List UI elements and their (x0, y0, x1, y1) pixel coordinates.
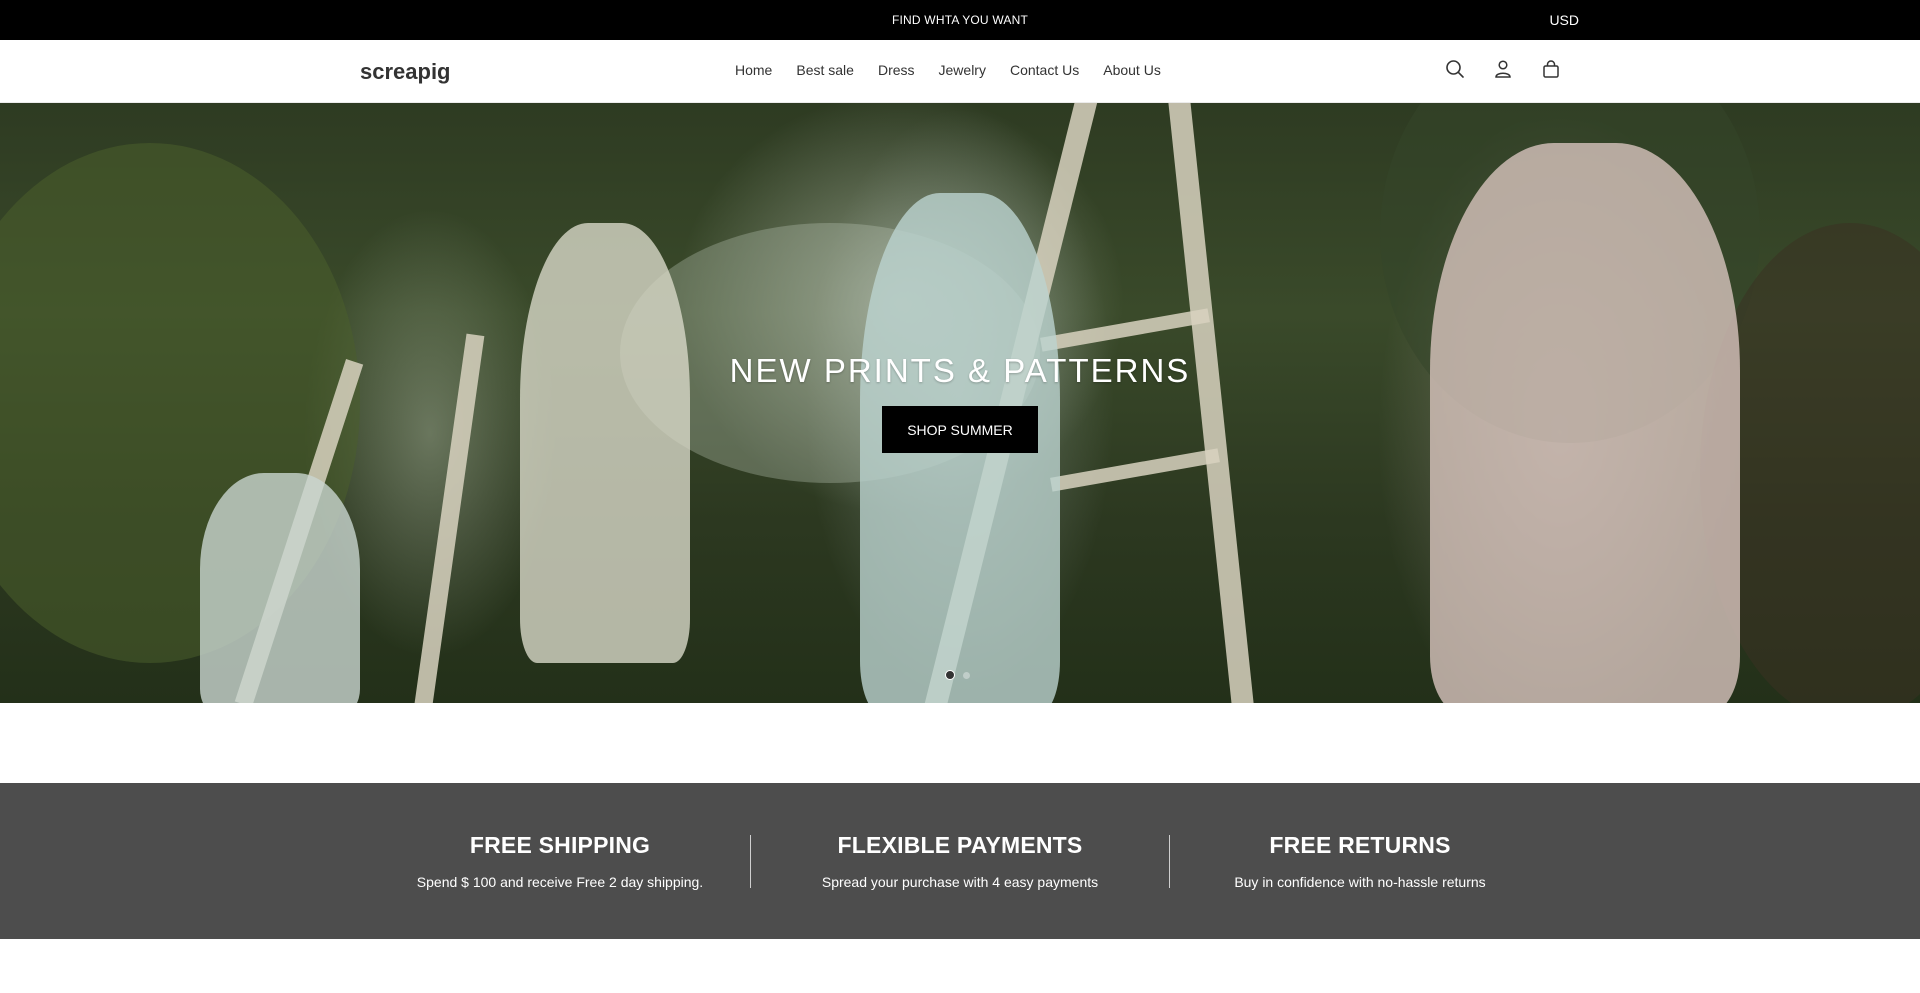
nav-contact-us[interactable]: Contact Us (998, 62, 1091, 78)
shop-summer-button[interactable]: SHOP SUMMER (882, 406, 1038, 453)
feature-title: FREE SHIPPING (469, 832, 651, 858)
slide-dot-1[interactable] (945, 670, 955, 680)
nav-best-sale[interactable]: Best sale (784, 62, 866, 78)
ladder-rung (1040, 308, 1210, 352)
main-nav: Home Best sale Dress Jewelry Contact Us … (723, 62, 1173, 78)
model-figure (520, 223, 690, 663)
search-icon[interactable] (1443, 57, 1467, 81)
cart-icon[interactable] (1539, 57, 1563, 81)
site-header: screapig Home Best sale Dress Jewelry Co… (0, 40, 1920, 103)
model-figure (1430, 143, 1740, 703)
account-icon[interactable] (1491, 57, 1515, 81)
feature-description: Spend $ 100 and receive Free 2 day shipp… (416, 874, 704, 890)
ladder-rung (1050, 448, 1220, 492)
feature-description: Spread your purchase with 4 easy payment… (821, 874, 1099, 890)
announcement-message: FIND WHTA YOU WANT (891, 13, 1029, 27)
slide-dot-2[interactable] (963, 671, 970, 679)
nav-dress[interactable]: Dress (866, 62, 927, 78)
feature-title: FLEXIBLE PAYMENTS (837, 832, 1083, 858)
site-logo[interactable]: screapig (360, 59, 451, 85)
ladder-center-rail-b (1166, 103, 1256, 703)
features-band: FREE SHIPPING Spend $ 100 and receive Fr… (0, 783, 1920, 939)
feature-free-shipping: FREE SHIPPING Spend $ 100 and receive Fr… (350, 783, 770, 890)
feature-flexible-payments: FLEXIBLE PAYMENTS Spread your purchase w… (750, 783, 1170, 890)
feature-description: Buy in confidence with no-hassle returns (1234, 874, 1486, 890)
hero-banner: NEW PRINTS & PATTERNS SHOP SUMMER (0, 103, 1920, 703)
nav-about-us[interactable]: About Us (1091, 62, 1173, 78)
feature-title: FREE RETURNS (1269, 832, 1451, 858)
nav-home[interactable]: Home (723, 62, 784, 78)
currency-selector[interactable]: USD (1549, 12, 1579, 28)
hero-title: NEW PRINTS & PATTERNS (729, 352, 1191, 389)
announcement-bar: FIND WHTA YOU WANT USD (0, 0, 1920, 40)
header-icons (1443, 57, 1563, 81)
model-figure (200, 473, 360, 703)
feature-free-returns: FREE RETURNS Buy in confidence with no-h… (1150, 783, 1570, 890)
nav-jewelry[interactable]: Jewelry (927, 62, 998, 78)
slider-dots (945, 670, 970, 680)
